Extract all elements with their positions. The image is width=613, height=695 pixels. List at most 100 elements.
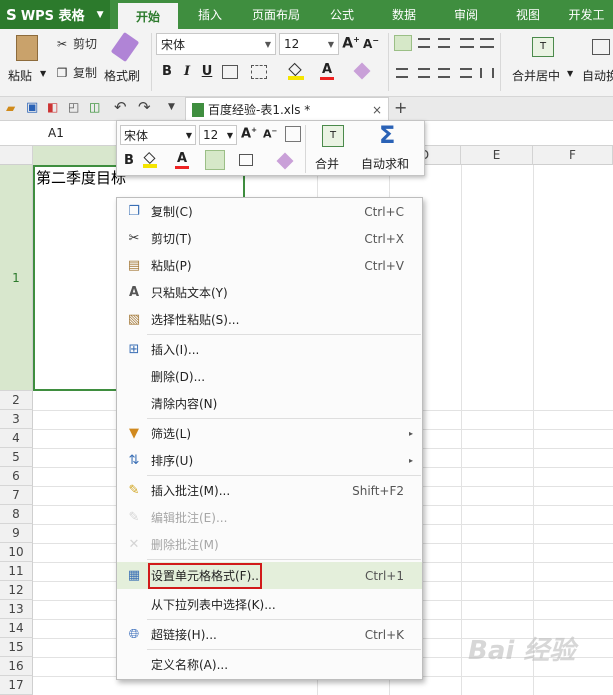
indent-increase-icon[interactable] (480, 38, 494, 48)
fill-color-icon[interactable] (143, 151, 157, 168)
app-menu-button[interactable]: S WPS 表格 ▼ (0, 0, 110, 29)
align-left-icon[interactable] (396, 68, 408, 78)
paste-button[interactable]: 粘贴 ▼ (8, 33, 48, 91)
fill-color-icon[interactable] (288, 62, 304, 80)
border-icon[interactable] (222, 65, 238, 79)
save-icon[interactable]: ▣ (26, 100, 38, 115)
mini-autosum-button[interactable]: Σ 自动求和 (361, 121, 423, 173)
menu-item-delete[interactable]: 删除(D)... (117, 363, 422, 390)
cut-button[interactable]: ✂ 剪切 (54, 35, 97, 52)
menu-item-hyperlink[interactable]: 🌐︎ 超链接(H)... Ctrl+K (117, 621, 422, 648)
tab-review[interactable]: 审阅 (436, 0, 496, 29)
row-header-9[interactable]: 9 (0, 524, 33, 543)
underline-button[interactable]: U (198, 64, 216, 79)
align-middle-icon[interactable] (418, 38, 430, 48)
border-icon[interactable] (239, 154, 253, 166)
tab-data[interactable]: 数据 (374, 0, 434, 29)
menu-item-pick-from-list[interactable]: 从下拉列表中选择(K)... (117, 591, 422, 618)
cell-border-icon[interactable] (251, 65, 267, 79)
row-header-15[interactable]: 15 (0, 638, 33, 657)
menu-item-clear-contents[interactable]: 清除内容(N) (117, 390, 422, 417)
row-header-4[interactable]: 4 (0, 429, 33, 448)
document-tab[interactable]: 百度经验-表1.xls * × (185, 97, 389, 121)
row-header-2[interactable]: 2 (0, 391, 33, 410)
new-tab-button[interactable]: + (394, 98, 407, 117)
font-color-icon[interactable]: A (320, 62, 334, 80)
justify-icon[interactable] (460, 68, 472, 78)
bold-button[interactable]: B (158, 64, 176, 79)
format-icon[interactable] (285, 126, 301, 142)
row-header-17[interactable]: 17 (0, 676, 33, 695)
highlight-annotation-box (148, 563, 262, 589)
increase-font-icon[interactable]: A+ (241, 126, 257, 141)
mini-size-select[interactable]: 12 ▼ (199, 125, 237, 145)
indent-decrease-icon[interactable] (460, 38, 474, 48)
tab-view[interactable]: 视图 (498, 0, 558, 29)
row-header-11[interactable]: 11 (0, 562, 33, 581)
wrap-text-button[interactable]: 自动换 (582, 33, 613, 91)
row-header-10[interactable]: 10 (0, 543, 33, 562)
row-header-1[interactable]: 1 (0, 165, 33, 391)
mini-font-select[interactable]: 宋体 ▼ (120, 125, 196, 145)
menu-item-insert-comment[interactable]: ✎ 插入批注(M)... Shift+F2 (117, 477, 422, 504)
chevron-down-icon[interactable]: ▼ (168, 102, 175, 112)
redo-icon[interactable]: ↷ (138, 98, 151, 116)
decrease-font-icon[interactable]: A− (263, 127, 277, 141)
hyperlink-icon: 🌐︎ (128, 627, 140, 642)
menu-item-paste-text[interactable]: A 只粘贴文本(Y) (117, 279, 422, 306)
row-header-6[interactable]: 6 (0, 467, 33, 486)
font-color-icon[interactable]: A (175, 151, 189, 169)
increase-font-icon[interactable]: A+ (342, 35, 360, 52)
row-header-5[interactable]: 5 (0, 448, 33, 467)
menu-item-copy[interactable]: ❐ 复制(C) Ctrl+C (117, 198, 422, 225)
row-header-8[interactable]: 8 (0, 505, 33, 524)
menu-item-paste-special[interactable]: ▧ 选择性粘贴(S)... (117, 306, 422, 333)
row-header-16[interactable]: 16 (0, 657, 33, 676)
row-header-12[interactable]: 12 (0, 581, 33, 600)
select-all-corner[interactable] (0, 146, 33, 165)
tab-developer[interactable]: 开发工 (560, 0, 613, 29)
merge-center-button[interactable]: T 合并居中 ▼ (512, 33, 574, 91)
tab-page-layout[interactable]: 页面布局 (242, 0, 310, 29)
format-painter-button[interactable]: 格式刷 (104, 32, 144, 91)
tab-formulas[interactable]: 公式 (312, 0, 372, 29)
open-folder-icon[interactable]: ▰ (6, 101, 15, 115)
menu-item-cut[interactable]: ✂ 剪切(T) Ctrl+X (117, 225, 422, 252)
font-size-select[interactable]: 12 ▼ (279, 33, 339, 55)
align-right-icon[interactable] (438, 68, 450, 78)
close-icon[interactable]: × (372, 103, 382, 117)
clear-format-icon[interactable] (276, 152, 294, 170)
menu-item-filter[interactable]: ▼ 筛选(L) ▸ (117, 420, 422, 447)
align-center-icon[interactable] (418, 68, 430, 78)
bold-button[interactable]: B (124, 153, 134, 168)
tab-home[interactable]: 开始 (118, 0, 178, 29)
row-header-3[interactable]: 3 (0, 410, 33, 429)
menu-item-sort[interactable]: ⇅ 排序(U) ▸ (117, 447, 422, 474)
undo-icon[interactable]: ↶ (114, 98, 127, 116)
align-top-icon[interactable] (394, 35, 412, 51)
menu-item-paste[interactable]: ▤ 粘贴(P) Ctrl+V (117, 252, 422, 279)
row-header-14[interactable]: 14 (0, 619, 33, 638)
column-header-f[interactable]: F (533, 146, 613, 165)
menu-item-insert[interactable]: ⊞ 插入(I)... (117, 336, 422, 363)
print-icon[interactable]: ◰ (68, 100, 79, 114)
menu-item-define-name[interactable]: 定义名称(A)... (117, 651, 422, 678)
align-bottom-icon[interactable] (438, 38, 450, 48)
export-icon[interactable]: ◫ (89, 100, 100, 114)
copy-button[interactable]: ❐ 复制 (54, 64, 97, 81)
name-box[interactable]: A1 (0, 121, 116, 145)
decrease-font-icon[interactable]: A− (362, 36, 380, 51)
mini-merge-button[interactable]: T 合并 (309, 123, 359, 173)
font-family-select[interactable]: 宋体 ▼ (156, 33, 276, 55)
print-preview-icon[interactable]: ◧ (47, 100, 58, 114)
merge-icon: T (532, 37, 554, 57)
clear-format-icon[interactable] (353, 62, 371, 80)
distributed-icon[interactable] (480, 68, 494, 78)
tab-insert[interactable]: 插入 (180, 0, 240, 29)
row-header-7[interactable]: 7 (0, 486, 33, 505)
italic-button[interactable]: I (178, 64, 196, 79)
column-header-e[interactable]: E (461, 146, 533, 165)
menu-item-shortcut: Ctrl+X (364, 231, 404, 246)
align-center-icon[interactable] (205, 150, 225, 170)
row-header-13[interactable]: 13 (0, 600, 33, 619)
